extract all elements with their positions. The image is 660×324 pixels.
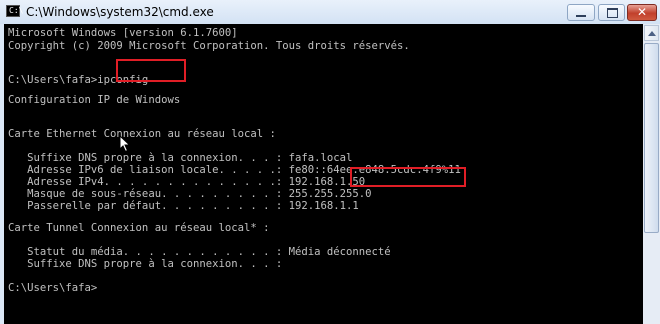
maximize-button[interactable] [598, 4, 625, 21]
console-line: Carte Ethernet Connexion au réseau local… [8, 128, 276, 140]
console-line: Suffixe DNS propre à la connexion. . . : [8, 258, 283, 270]
close-button[interactable]: ✕ [627, 4, 657, 21]
close-icon: ✕ [636, 5, 648, 19]
cmd-app-icon[interactable]: C:\ [6, 5, 23, 17]
console-line: Adresse IPv4. . . . . . . . . . . . . .:… [8, 176, 366, 188]
console-line: Microsoft Windows [version 6.1.7600] [8, 27, 238, 39]
vertical-scrollbar[interactable] [643, 24, 660, 324]
console-line: Configuration IP de Windows [8, 94, 181, 106]
console-line: Carte Tunnel Connexion au réseau local* … [8, 222, 270, 234]
maximize-icon [607, 8, 618, 18]
console-line: Suffixe DNS propre à la connexion. . . :… [8, 152, 353, 164]
console-output[interactable]: Microsoft Windows [version 6.1.7600] Copy… [4, 24, 643, 324]
console-line: C:\Users\fafa> [8, 282, 98, 294]
window-title: C:\Windows\system32\cmd.exe [26, 5, 214, 19]
scroll-up-button[interactable] [644, 25, 659, 41]
scroll-thumb[interactable] [644, 43, 659, 233]
ipconfig-command-highlight [116, 59, 186, 82]
minimize-icon [576, 15, 586, 17]
console-line: Masque de sous-réseau. . . . . . . . . :… [8, 188, 372, 200]
ipv4-address-highlight [350, 167, 466, 187]
console-line: Statut du média. . . . . . . . . . . . :… [8, 246, 391, 258]
title-bar[interactable]: C:\ C:\Windows\system32\cmd.exe ✕ [0, 0, 660, 24]
console-line: Copyright (c) 2009 Microsoft Corporation… [8, 40, 410, 52]
console-line: Passerelle par défaut. . . . . . . . . :… [8, 200, 359, 212]
cmd-window: C:\ C:\Windows\system32\cmd.exe ✕ Micros… [0, 0, 660, 324]
minimize-button[interactable] [567, 4, 595, 21]
